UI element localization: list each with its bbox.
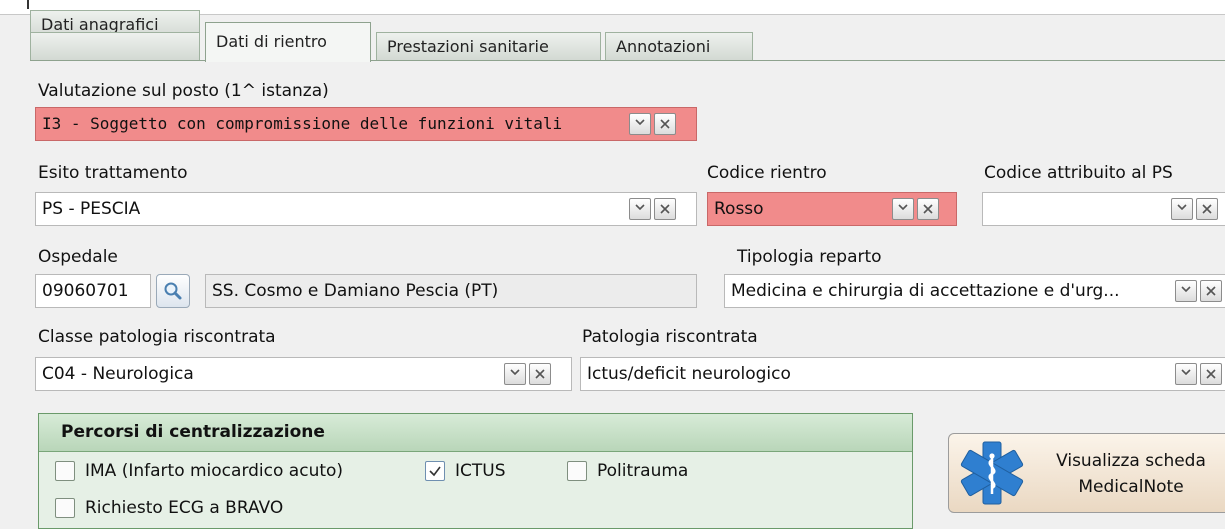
esito-value: PS - PESCIA bbox=[42, 199, 141, 219]
percorsi-header: Percorsi di centralizzazione bbox=[39, 414, 912, 452]
checkbox-ictus-label: ICTUS bbox=[455, 461, 506, 481]
chevron-down-icon[interactable] bbox=[1171, 198, 1193, 220]
chevron-down-icon[interactable] bbox=[1175, 363, 1197, 385]
valutazione-value: I3 - Soggetto con compromissione delle f… bbox=[42, 114, 563, 133]
tab-annotazioni[interactable]: Annotazioni bbox=[605, 32, 753, 60]
checkbox-politrauma-label: Politrauma bbox=[597, 461, 689, 481]
codice-ps-select[interactable] bbox=[982, 192, 1225, 226]
codice-ps-label: Codice attribuito al PS bbox=[984, 163, 1173, 183]
esito-label: Esito trattamento bbox=[38, 163, 188, 183]
percorsi-title: Percorsi di centralizzazione bbox=[61, 422, 325, 442]
tab-label: Dati di rientro bbox=[216, 32, 327, 51]
codice-rientro-label: Codice rientro bbox=[707, 163, 827, 183]
close-icon[interactable] bbox=[529, 363, 551, 385]
chevron-down-icon[interactable] bbox=[1175, 280, 1197, 302]
codice-rientro-value: Rosso bbox=[714, 199, 764, 219]
close-icon[interactable] bbox=[654, 113, 676, 135]
medicalnote-line2: MedicalNote bbox=[1078, 477, 1184, 497]
close-icon[interactable] bbox=[654, 198, 676, 220]
close-icon[interactable] bbox=[1200, 280, 1222, 302]
tipologia-select[interactable]: Medicina e chirurgia di accettazione e d… bbox=[724, 274, 1225, 308]
esito-select[interactable]: PS - PESCIA bbox=[35, 192, 697, 226]
ospedale-name-value: SS. Cosmo e Damiano Pescia (PT) bbox=[212, 281, 499, 301]
chevron-down-icon[interactable] bbox=[892, 198, 914, 220]
ospedale-code-value: 09060701 bbox=[42, 281, 129, 301]
patologia-label: Patologia riscontrata bbox=[582, 327, 758, 347]
chevron-down-icon[interactable] bbox=[629, 198, 651, 220]
close-icon[interactable] bbox=[1200, 363, 1222, 385]
checkbox-ima-label: IMA (Infarto miocardico acuto) bbox=[85, 461, 344, 481]
percorsi-group: Percorsi di centralizzazione IMA (Infart… bbox=[38, 413, 913, 529]
patologia-value: Ictus/deficit neurologico bbox=[587, 364, 791, 384]
checkbox-politrauma[interactable] bbox=[567, 461, 587, 481]
codice-rientro-select[interactable]: Rosso bbox=[707, 192, 957, 226]
star-of-life-icon bbox=[960, 441, 1024, 505]
tab-prestazioni-sanitarie[interactable]: Prestazioni sanitarie bbox=[376, 32, 601, 60]
valutazione-select[interactable]: I3 - Soggetto con compromissione delle f… bbox=[35, 107, 697, 141]
top-divider bbox=[27, 0, 29, 9]
tipologia-label: Tipologia reparto bbox=[737, 247, 882, 267]
ospedale-name-field: SS. Cosmo e Damiano Pescia (PT) bbox=[205, 274, 697, 308]
tab-dati-di-rientro[interactable]: Dati di rientro bbox=[205, 22, 371, 62]
checkbox-ima[interactable] bbox=[55, 461, 75, 481]
checkbox-ecg-bravo-label: Richiesto ECG a BRAVO bbox=[85, 498, 284, 518]
visualizza-medicalnote-button[interactable]: Visualizza scheda MedicalNote bbox=[948, 433, 1225, 513]
tipologia-value: Medicina e chirurgia di accettazione e d… bbox=[731, 281, 1120, 301]
ospedale-lookup-button[interactable] bbox=[156, 274, 190, 308]
classe-patologia-value: C04 - Neurologica bbox=[42, 364, 194, 384]
tab-label: Annotazioni bbox=[616, 37, 711, 56]
valutazione-label: Valutazione sul posto (1^ istanza) bbox=[38, 81, 329, 101]
checkbox-ictus[interactable] bbox=[425, 461, 445, 481]
patologia-select[interactable]: Ictus/deficit neurologico bbox=[580, 357, 1225, 391]
checkbox-ecg-bravo[interactable] bbox=[55, 498, 75, 518]
search-icon bbox=[164, 282, 182, 300]
tab-dati-anagrafici-shape bbox=[30, 32, 200, 60]
close-icon[interactable] bbox=[1196, 198, 1218, 220]
classe-patologia-label: Classe patologia riscontrata bbox=[38, 327, 276, 347]
ospedale-code-input[interactable]: 09060701 bbox=[35, 274, 151, 308]
medicalnote-label: Visualizza scheda MedicalNote bbox=[1031, 448, 1225, 500]
chevron-down-icon[interactable] bbox=[504, 363, 526, 385]
chevron-down-icon[interactable] bbox=[629, 113, 651, 135]
checkmark-icon bbox=[429, 466, 441, 477]
close-icon[interactable] bbox=[917, 198, 939, 220]
medicalnote-line1: Visualizza scheda bbox=[1056, 451, 1206, 471]
ospedale-label: Ospedale bbox=[38, 247, 118, 267]
tab-label: Prestazioni sanitarie bbox=[387, 37, 549, 56]
classe-patologia-select[interactable]: C04 - Neurologica bbox=[35, 357, 572, 391]
